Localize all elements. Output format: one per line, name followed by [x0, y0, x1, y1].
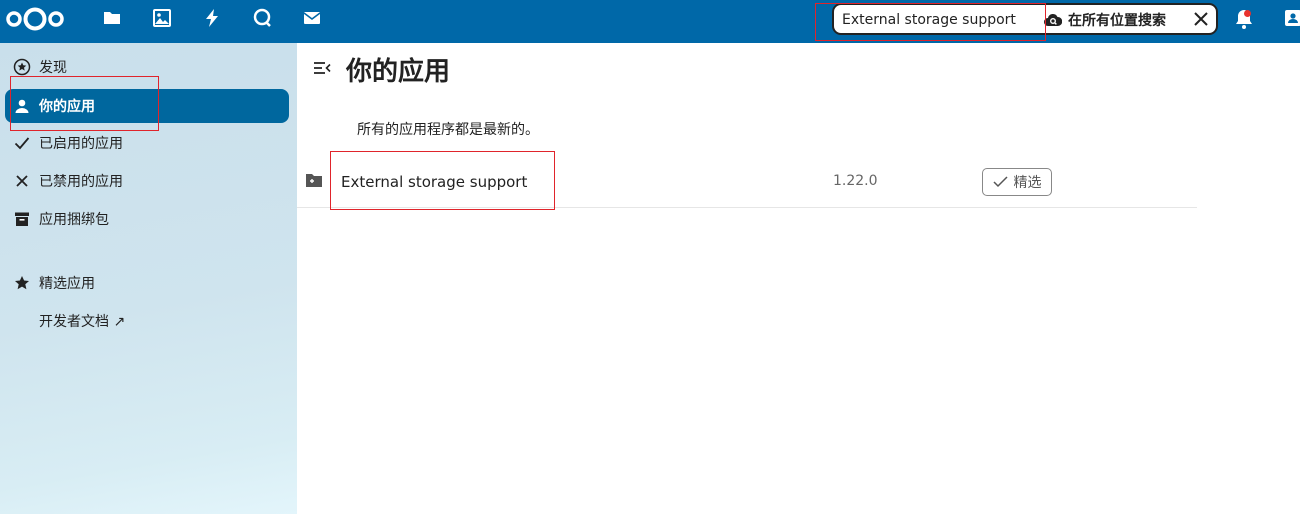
sidebar-item-label: 发现: [39, 60, 67, 76]
search-everywhere-label: 在所有位置搜索: [1068, 13, 1166, 29]
app-name[interactable]: External storage support: [341, 173, 527, 191]
sidebar-item-label: 你的应用: [39, 99, 95, 115]
sidebar-item-featured-apps[interactable]: 精选应用: [5, 266, 289, 300]
notification-dot: [1244, 10, 1251, 17]
activity-icon[interactable]: [202, 8, 222, 28]
app-navigation-sidebar: 发现 你的应用 已启用的应用 已禁用的应用 应用捆绑包 精选应用 开发者文档 ↗: [0, 43, 297, 514]
check-icon: [11, 134, 33, 152]
toggle-navigation-icon[interactable]: [313, 60, 331, 76]
user-icon: [11, 97, 33, 115]
close-icon: [11, 172, 33, 190]
star-circle-icon: [11, 58, 33, 76]
sidebar-item-your-apps[interactable]: 你的应用: [5, 89, 289, 123]
sidebar-item-label: 已启用的应用: [39, 136, 123, 152]
sidebar-item-label: 开发者文档 ↗: [39, 314, 126, 330]
nextcloud-logo[interactable]: [4, 6, 66, 32]
files-icon[interactable]: [102, 8, 122, 28]
sidebar-item-discover[interactable]: 发现: [5, 50, 289, 84]
star-icon: [11, 274, 33, 292]
search-input[interactable]: [842, 10, 1042, 30]
app-version: 1.22.0: [833, 173, 878, 189]
cloud-search-icon: [1044, 13, 1062, 26]
page-title: 你的应用: [346, 57, 451, 87]
featured-badge-label: 精选: [1013, 175, 1042, 191]
talk-icon[interactable]: [252, 8, 272, 28]
archive-icon: [11, 210, 33, 228]
sidebar-item-disabled-apps[interactable]: 已禁用的应用: [5, 164, 289, 198]
check-icon: [992, 176, 1008, 188]
mail-icon[interactable]: [302, 8, 322, 28]
app-list-row[interactable]: External storage support 1.22.0 精选: [297, 158, 1197, 208]
featured-badge: 精选: [982, 168, 1052, 196]
sidebar-item-app-bundles[interactable]: 应用捆绑包: [5, 202, 289, 236]
search-everywhere-button[interactable]: 在所有位置搜索: [1044, 9, 1166, 31]
photos-icon[interactable]: [152, 8, 172, 28]
sidebar-item-label: 应用捆绑包: [39, 212, 109, 228]
unified-search-box: 在所有位置搜索: [832, 3, 1218, 35]
folder-icon: [306, 174, 322, 187]
sidebar-item-label: 精选应用: [39, 276, 95, 292]
sidebar-item-developer-docs[interactable]: 开发者文档 ↗: [5, 304, 289, 338]
top-header: 在所有位置搜索: [0, 0, 1300, 43]
close-icon[interactable]: [1192, 10, 1210, 28]
sidebar-item-label: 已禁用的应用: [39, 174, 123, 190]
contacts-icon[interactable]: [1284, 9, 1300, 27]
sidebar-item-enabled-apps[interactable]: 已启用的应用: [5, 126, 289, 160]
update-status-text: 所有的应用程序都是最新的。: [357, 122, 539, 138]
